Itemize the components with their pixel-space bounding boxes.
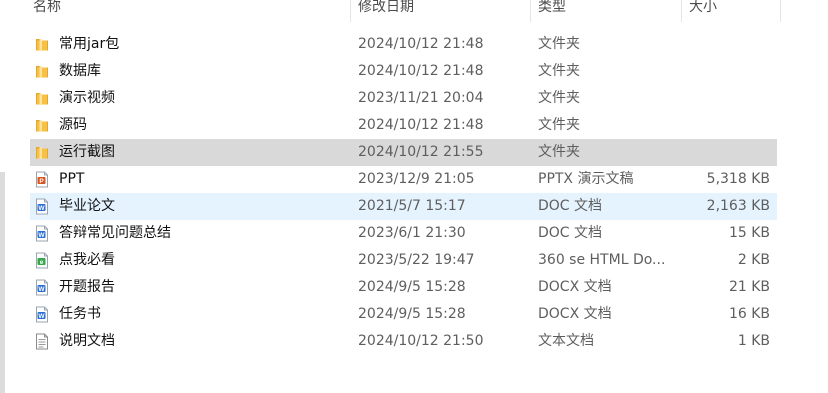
file-type: 文件夹	[538, 117, 580, 133]
file-row[interactable]: 常用jar包 2024/10/12 21:48 文件夹	[30, 31, 777, 58]
column-header-name[interactable]: 名称	[33, 0, 61, 22]
file-name: 说明文档	[59, 333, 115, 349]
pptx-icon: P	[34, 171, 50, 188]
file-type: DOC 文档	[538, 225, 603, 241]
file-row[interactable]: 演示视频 2023/11/21 20:04 文件夹	[30, 85, 777, 112]
svg-text:P: P	[39, 178, 44, 185]
file-row[interactable]: W 任务书 2024/9/5 15:28 DOCX 文档 16 KB	[30, 301, 777, 328]
file-type: 360 se HTML Do...	[538, 252, 666, 268]
file-name: 答辩常见问题总结	[59, 225, 171, 241]
column-header-bar: 名称 修改日期 类型 大小	[0, 0, 828, 22]
file-size: 16 KB	[728, 306, 770, 322]
file-size: 2 KB	[737, 252, 770, 268]
file-row[interactable]: 运行截图 2024/10/12 21:55 文件夹	[30, 139, 777, 166]
file-modified-date: 2023/5/22 19:47	[358, 252, 475, 268]
file-modified-date: 2024/9/5 15:28	[358, 306, 466, 322]
file-type: 文件夹	[538, 63, 580, 79]
file-type: DOC 文档	[538, 198, 603, 214]
file-type: DOCX 文档	[538, 279, 612, 295]
file-size: 21 KB	[728, 279, 770, 295]
doc-icon: W	[34, 198, 50, 215]
html-icon: e	[34, 252, 50, 269]
file-name: 点我必看	[59, 252, 115, 268]
svg-text:e: e	[40, 259, 44, 266]
file-type: 文件夹	[538, 90, 580, 106]
folder-icon	[34, 117, 50, 134]
file-row[interactable]: W 答辩常见问题总结 2023/6/1 21:30 DOC 文档 15 KB	[30, 220, 777, 247]
file-name: 运行截图	[59, 144, 115, 160]
file-modified-date: 2024/10/12 21:50	[358, 333, 484, 349]
file-row[interactable]: 说明文档 2024/10/12 21:50 文本文档 1 KB	[30, 328, 777, 355]
file-type: PPTX 演示文稿	[538, 171, 634, 187]
file-size: 5,318 KB	[706, 171, 770, 187]
file-type: 文件夹	[538, 144, 580, 160]
column-divider[interactable]	[530, 0, 531, 22]
file-type: 文件夹	[538, 36, 580, 52]
svg-text:W: W	[38, 232, 45, 239]
folder-icon	[34, 90, 50, 107]
svg-text:W: W	[38, 286, 45, 293]
file-name: 常用jar包	[59, 36, 120, 52]
navigation-pane-edge	[0, 172, 5, 393]
column-header-type[interactable]: 类型	[538, 0, 566, 22]
file-type: 文本文档	[538, 333, 594, 349]
file-name: 毕业论文	[59, 198, 115, 214]
file-name: 源码	[59, 117, 87, 133]
column-divider[interactable]	[350, 0, 351, 22]
docx-icon: W	[34, 279, 50, 296]
column-divider[interactable]	[681, 0, 682, 22]
file-modified-date: 2021/5/7 15:17	[358, 198, 466, 214]
file-row[interactable]: 数据库 2024/10/12 21:48 文件夹	[30, 58, 777, 85]
file-name: 演示视频	[59, 90, 115, 106]
file-modified-date: 2024/10/12 21:48	[358, 63, 484, 79]
file-size: 1 KB	[737, 333, 770, 349]
file-name: 开题报告	[59, 279, 115, 295]
file-name: 数据库	[59, 63, 101, 79]
file-name: 任务书	[59, 306, 101, 322]
folder-icon	[34, 36, 50, 53]
file-modified-date: 2024/10/12 21:48	[358, 117, 484, 133]
file-name: PPT	[59, 171, 85, 187]
file-type: DOCX 文档	[538, 306, 612, 322]
file-modified-date: 2024/9/5 15:28	[358, 279, 466, 295]
column-divider[interactable]	[780, 0, 781, 22]
doc-icon: W	[34, 225, 50, 242]
file-row[interactable]: 源码 2024/10/12 21:48 文件夹	[30, 112, 777, 139]
file-row[interactable]: P PPT 2023/12/9 21:05 PPTX 演示文稿 5,318 KB	[30, 166, 777, 193]
txt-icon	[34, 333, 50, 350]
svg-text:W: W	[38, 313, 45, 320]
file-modified-date: 2023/11/21 20:04	[358, 90, 484, 106]
file-size: 15 KB	[728, 225, 770, 241]
file-modified-date: 2023/6/1 21:30	[358, 225, 466, 241]
file-row[interactable]: W 开题报告 2024/9/5 15:28 DOCX 文档 21 KB	[30, 274, 777, 301]
docx-icon: W	[34, 306, 50, 323]
file-row[interactable]: W 毕业论文 2021/5/7 15:17 DOC 文档 2,163 KB	[30, 193, 777, 220]
folder-icon	[34, 63, 50, 80]
file-modified-date: 2024/10/12 21:48	[358, 36, 484, 52]
file-size: 2,163 KB	[706, 198, 770, 214]
folder-icon	[34, 144, 50, 161]
column-header-date[interactable]: 修改日期	[358, 0, 414, 22]
svg-text:W: W	[38, 205, 45, 212]
file-modified-date: 2023/12/9 21:05	[358, 171, 475, 187]
column-header-size[interactable]: 大小	[689, 0, 717, 22]
file-row[interactable]: e 点我必看 2023/5/22 19:47 360 se HTML Do... 2 K…	[30, 247, 777, 274]
file-modified-date: 2024/10/12 21:55	[358, 144, 484, 160]
file-explorer-view: 名称 修改日期 类型 大小 常用jar包 2024/10/12 21:48 文件夹数…	[0, 0, 828, 393]
